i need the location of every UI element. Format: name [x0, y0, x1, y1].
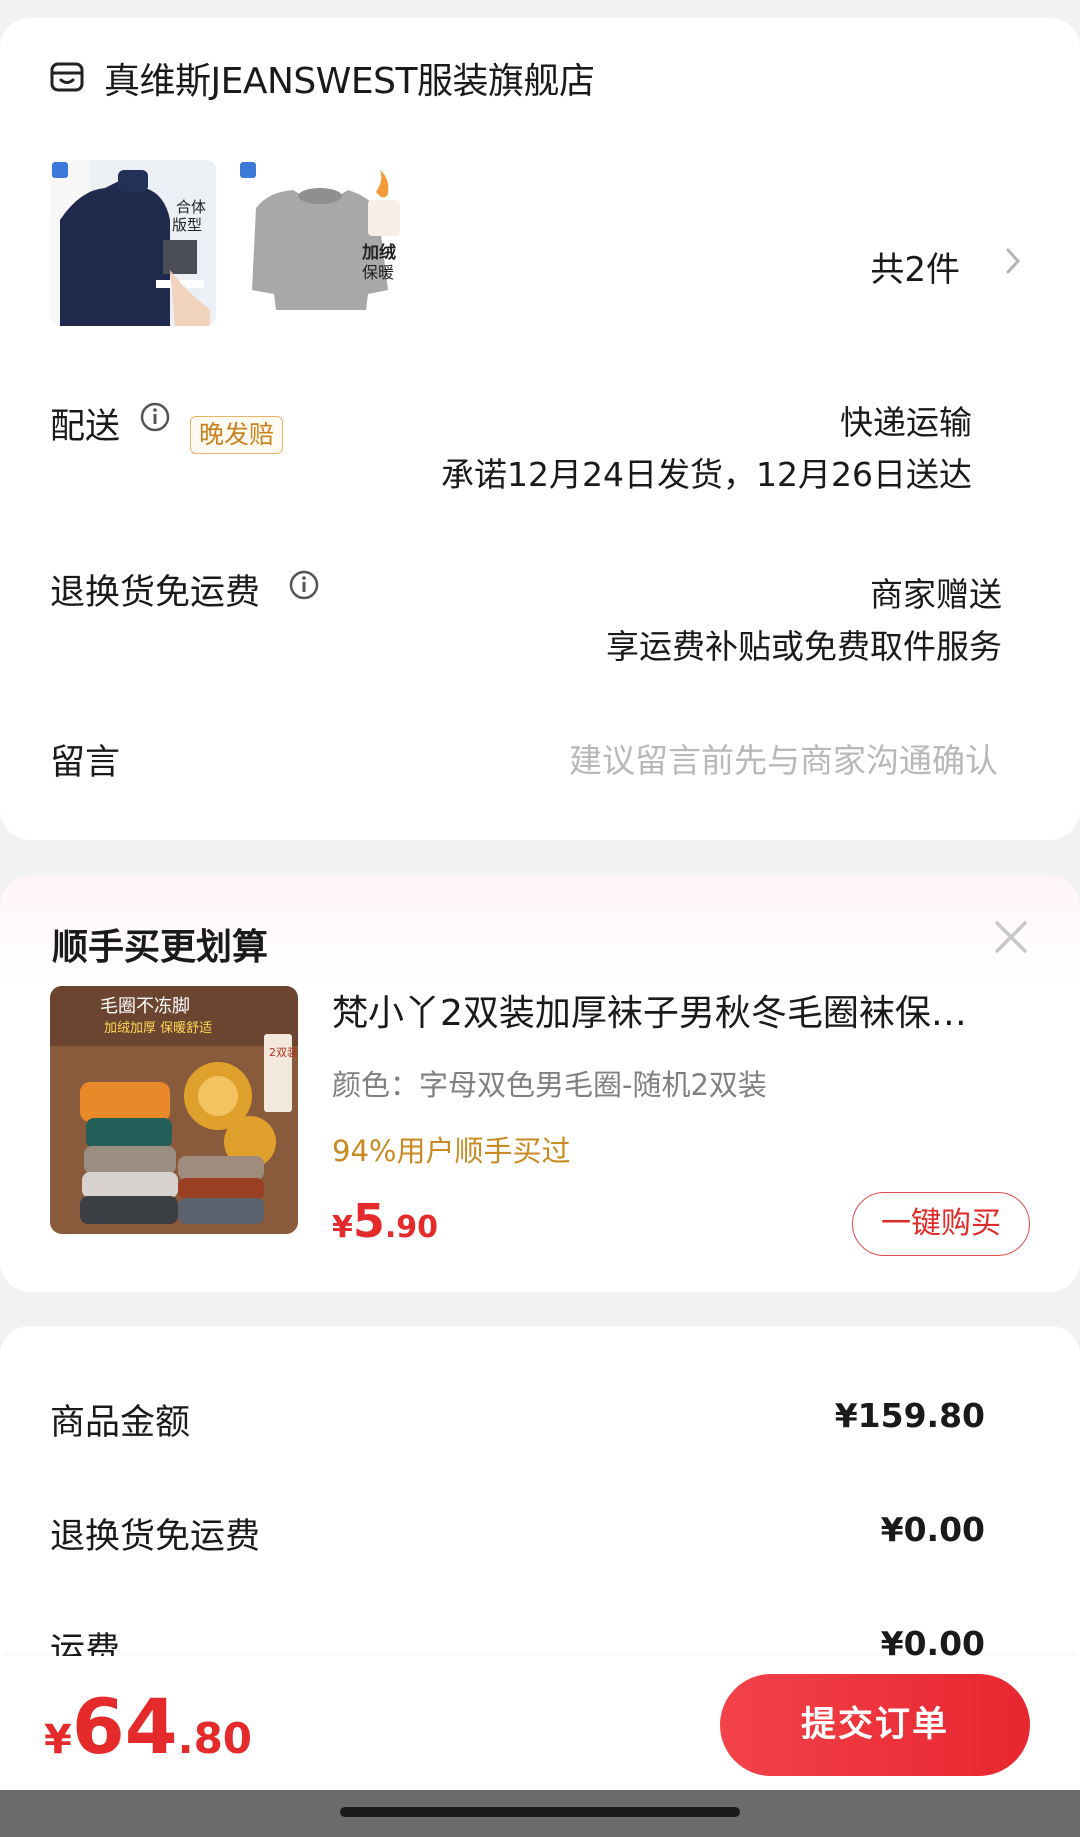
product-thumb-sweater-navy[interactable]: 合体 版型: [50, 160, 216, 326]
summary-value: ¥159.80: [834, 1396, 985, 1435]
summary-label: 退换货免运费: [50, 1517, 261, 1557]
return-shipping-value: 商家赠送: [870, 575, 1002, 614]
summary-label: 商品金额: [50, 1403, 191, 1443]
thumb-text: 加绒: [361, 242, 396, 263]
info-icon[interactable]: [289, 570, 319, 600]
upsell-product-spec: 颜色：字母双色男毛圈-随机2双装: [332, 1068, 767, 1102]
image-text: 加绒加厚 保暖舒适: [104, 1021, 212, 1036]
delivery-label: 配送: [50, 407, 121, 447]
price-integer: 5: [352, 1194, 385, 1248]
summary-value: ¥0.00: [880, 1510, 985, 1549]
upsell-product-title[interactable]: 梵小丫2双装加厚袜子男秋冬毛圈袜保…: [332, 984, 1032, 1036]
upsell-title: 顺手买更划算: [52, 927, 269, 968]
system-nav-bar: [0, 1790, 1080, 1837]
thumb-text: 保暖: [362, 263, 394, 282]
upsell-hint: 94%用户顺手买过: [332, 1134, 571, 1168]
one-click-buy-button[interactable]: 一键购买: [852, 1192, 1030, 1256]
order-store-card: 真维斯JEANSWEST服装旗舰店 合体 版型 加绒 保暖 共2件 配送 晚发赔…: [0, 18, 1080, 840]
price-symbol: ¥: [332, 1210, 353, 1245]
item-count[interactable]: 共2件: [870, 242, 960, 291]
message-label: 留言: [50, 743, 121, 783]
store-name[interactable]: 真维斯JEANSWEST服装旗舰店: [104, 52, 595, 104]
total-price: ¥64.80: [44, 1682, 252, 1771]
message-input[interactable]: 建议留言前先与商家沟通确认: [569, 734, 998, 782]
return-shipping-label: 退换货免运费: [50, 573, 261, 613]
thumb-text: 合体: [176, 198, 206, 216]
close-icon[interactable]: [992, 918, 1030, 956]
home-indicator[interactable]: [340, 1807, 740, 1817]
thumb-text: 版型: [172, 216, 202, 234]
total-integer: 64: [71, 1682, 178, 1771]
chevron-right-icon[interactable]: [1002, 246, 1024, 276]
info-icon[interactable]: [140, 402, 170, 432]
store-icon: [50, 62, 84, 92]
late-compensation-badge[interactable]: 晚发赔: [190, 416, 284, 454]
upsell-price: ¥5.90: [332, 1194, 438, 1248]
image-text: 毛圈不冻脚: [100, 996, 190, 1017]
image-text: 2双装: [269, 1046, 298, 1059]
checkout-bar: ¥64.80 提交订单: [0, 1656, 1080, 1790]
delivery-method: 快递运输: [840, 403, 972, 442]
total-symbol: ¥: [44, 1717, 72, 1763]
submit-order-button[interactable]: 提交订单: [720, 1674, 1030, 1776]
total-decimal: .80: [177, 1714, 253, 1763]
price-decimal: .90: [384, 1210, 439, 1245]
upsell-card: 顺手买更划算 毛圈不冻脚 加绒加厚 保暖舒适 2双装 梵小丫2双装加厚袜子男秋冬…: [0, 876, 1080, 1292]
product-thumb-sweater-gray[interactable]: 加绒 保暖: [238, 160, 404, 326]
return-shipping-detail: 享运费补贴或免费取件服务: [606, 627, 1002, 666]
delivery-promise: 承诺12月24日发货，12月26日送达: [441, 455, 972, 494]
socks-product-image[interactable]: 毛圈不冻脚 加绒加厚 保暖舒适 2双装: [50, 986, 298, 1234]
